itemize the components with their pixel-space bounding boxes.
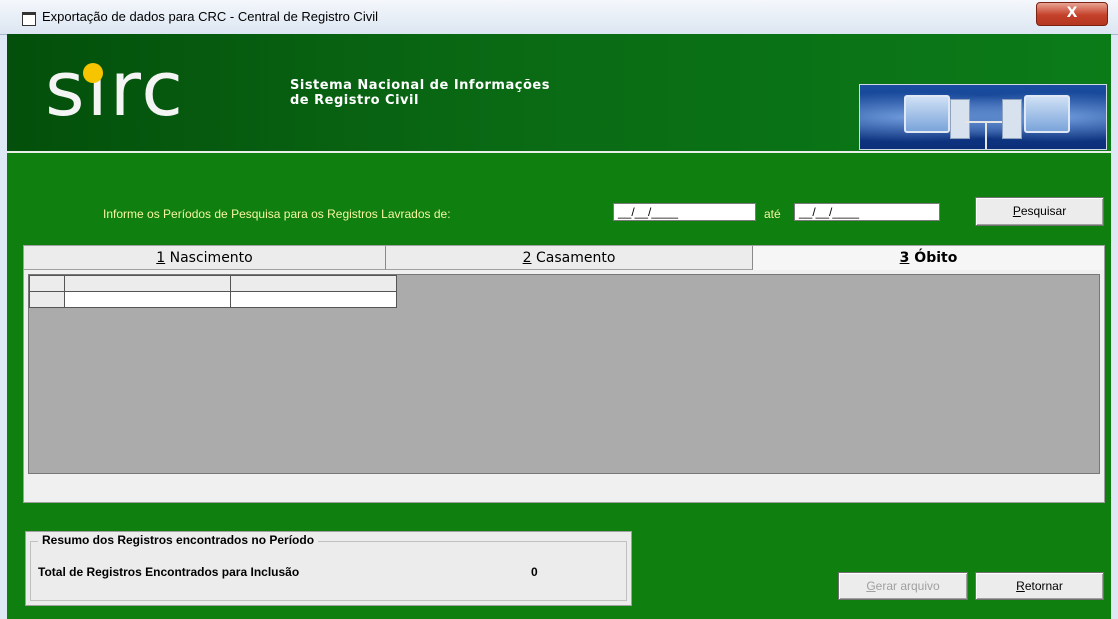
close-icon: X (1066, 5, 1078, 21)
monitor-icon (1024, 95, 1070, 133)
search-button[interactable]: Pesquisar (975, 197, 1104, 226)
sirc-banner: sırc Sistema Nacional de Informações de … (7, 34, 1111, 153)
column-header[interactable] (230, 275, 397, 292)
tower-icon (1002, 99, 1022, 139)
records-grid[interactable] (28, 274, 1100, 474)
table-header-row (29, 275, 397, 292)
date-from-input[interactable]: __/__/____ (613, 203, 756, 221)
column-header[interactable] (64, 275, 231, 292)
sirc-logo: sırc (45, 44, 186, 133)
table-row[interactable] (29, 291, 397, 308)
monitor-icon (904, 95, 950, 133)
tab-nascimento[interactable]: 1 Nascimento (24, 246, 386, 270)
client-area: sırc Sistema Nacional de Informações de … (7, 34, 1111, 619)
tab-casamento[interactable]: 2 Casamento (386, 246, 753, 270)
table-cell[interactable] (230, 291, 397, 308)
title-bar[interactable]: Exportação de dados para CRC - Central d… (0, 0, 1118, 35)
total-records-value: 0 (531, 565, 538, 579)
close-button[interactable]: X (1036, 2, 1108, 26)
total-records-label: Total de Registros Encontrados para Incl… (38, 565, 300, 579)
registry-tabs: 1 Nascimento 2 Casamento 3 Óbito (23, 245, 1105, 503)
table-cell[interactable] (64, 291, 231, 308)
window-icon (22, 12, 36, 26)
until-label: até (764, 207, 781, 221)
window-title: Exportação de dados para CRC - Central d… (42, 9, 378, 24)
network-computers-icon (859, 84, 1107, 150)
return-button[interactable]: Retornar (975, 572, 1104, 600)
tab-obito[interactable]: 3 Óbito (753, 246, 1104, 270)
date-to-input[interactable]: __/__/____ (794, 203, 940, 221)
summary-panel: Resumo dos Registros encontrados no Perí… (25, 531, 632, 606)
period-label: Informe os Períodos de Pesquisa para os … (103, 207, 451, 221)
logo-subtitle-line2: de Registro Civil (290, 93, 419, 108)
row-selector-header[interactable] (29, 275, 65, 292)
generate-file-button[interactable]: Gerar arquivo (838, 572, 968, 600)
export-window: Exportação de dados para CRC - Central d… (0, 0, 1118, 619)
logo-dot-icon (83, 63, 103, 83)
logo-subtitle-line1: Sistema Nacional de Informações (290, 78, 550, 93)
summary-legend: Resumo dos Registros encontrados no Perí… (38, 533, 319, 547)
records-table (29, 275, 397, 308)
row-selector[interactable] (29, 291, 65, 308)
tower-icon (950, 99, 970, 139)
